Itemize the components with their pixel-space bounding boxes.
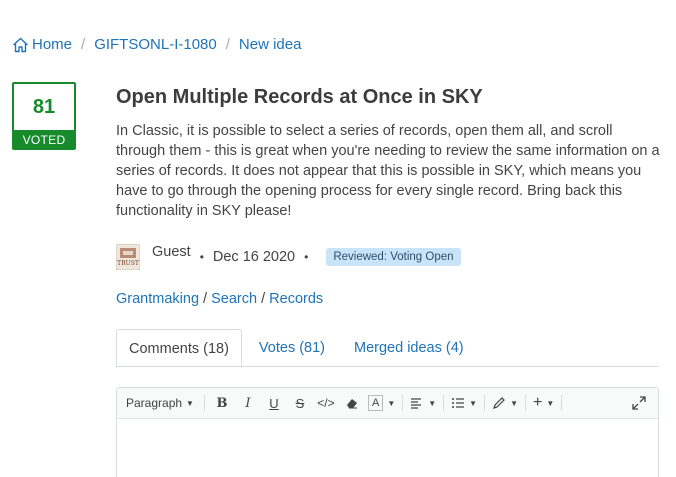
toolbar-divider: [525, 395, 526, 411]
vote-status-label: VOTED: [14, 130, 74, 148]
toolbar-divider: [203, 395, 205, 411]
tab-comments[interactable]: Comments (18): [116, 329, 242, 368]
italic-button[interactable]: I: [238, 392, 258, 414]
category-separator: /: [203, 291, 208, 307]
underline-button[interactable]: U: [264, 392, 284, 414]
toolbar-divider: [484, 395, 486, 411]
idea-title: Open Multiple Records at Once in SKY: [116, 86, 483, 108]
chevron-down-icon: ▼: [510, 398, 518, 408]
highlight-dropdown[interactable]: ▼: [492, 392, 518, 414]
author-name: Guest: [152, 244, 191, 260]
align-dropdown[interactable]: ▼: [410, 392, 436, 414]
toolbar-divider: [443, 395, 445, 411]
plus-icon: +: [533, 394, 543, 411]
breadcrumb-current-link[interactable]: New idea: [239, 36, 302, 53]
clear-formatting-button[interactable]: [342, 392, 362, 414]
category-link-grantmaking[interactable]: Grantmaking: [116, 291, 199, 307]
chevron-down-icon: ▼: [387, 398, 396, 408]
paragraph-style-dropdown[interactable]: Paragraph ▼: [126, 392, 194, 414]
home-icon: [13, 37, 28, 52]
bold-button[interactable]: B: [212, 392, 232, 414]
breadcrumb: Home / GIFTSONL-I-1080 / New idea: [12, 36, 301, 53]
expand-icon: [632, 396, 646, 410]
breadcrumb-separator: /: [81, 36, 86, 53]
chevron-down-icon: ▼: [546, 398, 555, 408]
category-path: Grantmaking / Search / Records: [116, 291, 323, 307]
category-separator: /: [261, 291, 266, 307]
font-color-dropdown[interactable]: A ▼: [367, 392, 396, 414]
avatar-logo-text: TRUST: [117, 260, 139, 267]
bulleted-list-icon: [452, 398, 465, 408]
idea-tabs: Comments (18) Votes (81) Merged ideas (4…: [116, 329, 659, 368]
align-left-icon: [411, 398, 422, 409]
chevron-down-icon: ▼: [186, 398, 194, 408]
meta-separator: •: [304, 250, 309, 264]
category-link-search[interactable]: Search: [211, 291, 257, 307]
vote-count: 81: [32, 95, 56, 118]
category-link-records[interactable]: Records: [269, 291, 323, 307]
tab-merged-ideas[interactable]: Merged ideas (4): [342, 329, 476, 367]
avatar: TRUST: [116, 244, 140, 270]
breadcrumb-home-label: Home: [32, 36, 73, 53]
font-color-icon: A: [367, 395, 384, 411]
status-badge: Reviewed: Voting Open: [326, 248, 461, 266]
idea-description: In Classic, it is possible to select a s…: [116, 123, 660, 219]
paragraph-style-label: Paragraph: [126, 396, 183, 410]
idea-content: Open Multiple Records at Once in SKY In …: [116, 84, 662, 221]
code-button[interactable]: </>: [316, 392, 336, 414]
vote-button[interactable]: 81 VOTED: [12, 82, 76, 150]
chevron-down-icon: ▼: [428, 398, 437, 408]
post-date: Dec 16 2020: [212, 249, 296, 265]
fullscreen-button[interactable]: [629, 392, 649, 414]
breadcrumb-home-link[interactable]: Home: [12, 36, 72, 53]
toolbar-divider: [402, 395, 404, 411]
comment-text-area[interactable]: [117, 419, 658, 477]
chevron-down-icon: ▼: [469, 398, 478, 408]
insert-dropdown[interactable]: + ▼: [533, 392, 554, 414]
strikethrough-button[interactable]: S: [290, 392, 310, 414]
idea-meta: TRUST Guest • Dec 16 2020 • Reviewed: Vo…: [116, 244, 461, 270]
list-dropdown[interactable]: ▼: [451, 392, 477, 414]
tab-votes[interactable]: Votes (81): [247, 329, 337, 367]
editor-toolbar: Paragraph ▼ B I U S </> A ▼ ▼ ▼ ▼ + ▼: [117, 388, 658, 419]
meta-separator: •: [199, 250, 204, 264]
toolbar-divider: [561, 395, 563, 411]
breadcrumb-category-link[interactable]: GIFTSONL-I-1080: [94, 36, 217, 53]
eraser-icon: [346, 399, 357, 409]
comment-editor: Paragraph ▼ B I U S </> A ▼ ▼ ▼ ▼ + ▼: [116, 387, 659, 477]
pen-icon: [493, 397, 505, 409]
breadcrumb-separator: /: [225, 36, 230, 53]
